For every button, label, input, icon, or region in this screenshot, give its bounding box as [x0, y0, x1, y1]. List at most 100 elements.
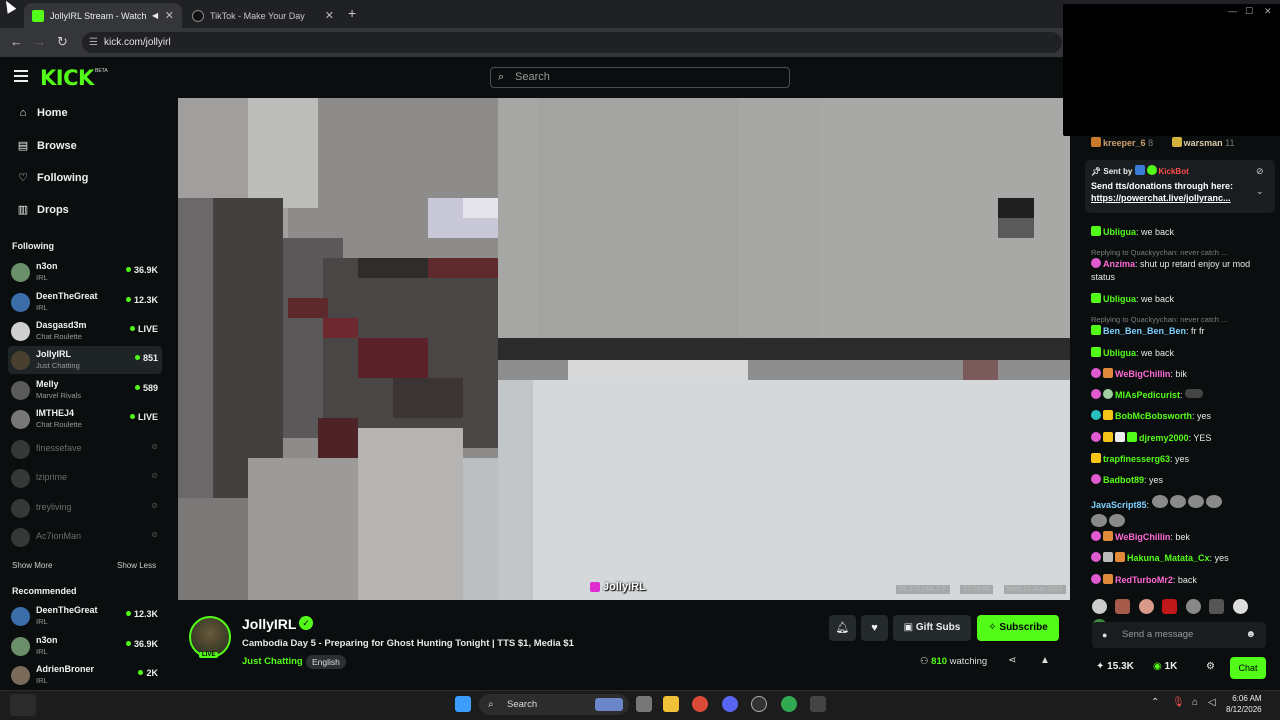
app-icon[interactable] [810, 696, 826, 712]
chat-message: Ubligua: we back [1091, 293, 1271, 306]
volume-icon[interactable]: ◁ [1208, 697, 1216, 708]
channel-item-imthej4[interactable]: IMTHEJ4 Chat Roulette LIVE [8, 405, 162, 433]
sub-badge-icon [1091, 293, 1101, 303]
stream-category[interactable]: Just Chatting [242, 656, 303, 667]
channel-item-ac7ionman[interactable]: Ac7ionMan ⊘ [8, 523, 162, 551]
unpin-icon[interactable]: ⊘ [1256, 166, 1264, 177]
follow-heart-button[interactable]: ♥ [861, 615, 888, 641]
sidebar-item-home[interactable]: ⌂ Home [16, 107, 68, 119]
language-tag[interactable]: English [306, 655, 346, 669]
sidebar-item-browse[interactable]: ▤ Browse [16, 139, 77, 153]
chat-message: BobMcBobsworth: yes [1091, 410, 1271, 423]
pinned-message[interactable]: 📌︎ Sent by KickBot Send tts/donations th… [1085, 160, 1275, 213]
channel-item-treyliving[interactable]: treyliving ⊘ [8, 494, 162, 522]
chat-send-button[interactable]: Chat [1230, 657, 1266, 679]
audio-icon[interactable]: ◀︎ [152, 11, 158, 20]
network-icon[interactable]: ⌂ [1192, 697, 1198, 708]
recommended-item-adrienbroner[interactable]: AdrienBroner IRL 2K [8, 661, 162, 689]
menu-icon[interactable] [14, 70, 28, 82]
minimize-icon[interactable]: — [1228, 6, 1237, 16]
channel-item-finessefave[interactable]: finessefave ⊘ [8, 435, 162, 463]
chat-message: trapfinesserg63: yes [1091, 453, 1271, 466]
overlay-time: 17:08:56 [960, 585, 994, 594]
site-info-icon[interactable]: ☰ [89, 32, 98, 53]
sidebar-item-drops[interactable]: ▥ Drops [16, 203, 69, 217]
gift-icon: ▣ [903, 622, 916, 633]
task-view-icon[interactable] [636, 696, 652, 712]
close-tab-icon[interactable]: ✕ [325, 9, 334, 22]
avatar [11, 607, 30, 626]
video-player[interactable] [178, 98, 1070, 600]
chrome-icon[interactable] [692, 696, 708, 712]
kick-logo[interactable]: KICK [40, 66, 94, 90]
windows-start-icon[interactable] [455, 696, 471, 712]
channel-item-dasgasd3m[interactable]: Dasgasd3m Chat Roulette LIVE [8, 317, 162, 345]
taskbar-clock[interactable]: 6:06 AM 8/12/2026 [1226, 693, 1262, 715]
emoji-icon[interactable]: ☻ [1245, 622, 1256, 648]
chat-message: JavaScript85: [1091, 495, 1271, 531]
sub-badge-icon [1091, 347, 1101, 357]
points-icon: ◉ [1153, 661, 1165, 672]
back-icon[interactable]: ← [10, 34, 23, 49]
channel-item-n3on[interactable]: n3on IRL 36.9K [8, 258, 162, 286]
recommended-item-n3on[interactable]: n3on IRL 36.9K [8, 632, 162, 660]
pinned-link[interactable]: https://powerchat.live/jollyranc... [1091, 193, 1269, 203]
emote-icon [1109, 514, 1125, 527]
sidebar-item-following[interactable]: ♡ Following [16, 171, 88, 185]
emote-icon [1091, 514, 1107, 527]
maximize-icon[interactable]: ☐ [1245, 6, 1253, 17]
new-tab-button[interactable]: + [348, 5, 356, 21]
quick-emote-row[interactable] [1092, 599, 1272, 634]
chrome-active-icon[interactable] [781, 696, 797, 712]
tab-tiktok[interactable]: TikTok - Make Your Day ✕ [184, 3, 342, 28]
show-more-button[interactable]: Show More [12, 561, 52, 570]
subscribe-button[interactable]: ✧ Subscribe [977, 615, 1059, 641]
discord-icon[interactable] [722, 696, 738, 712]
chat-message: MIAsPedicurist: [1091, 389, 1271, 402]
channel-name: n3on [36, 261, 58, 271]
taskbar-search[interactable]: ⌕ Search [479, 694, 629, 715]
tray-chevron-icon[interactable]: ⌃ [1151, 697, 1159, 708]
close-tab-icon[interactable]: ✕ [165, 9, 174, 22]
notification-bell-button[interactable]: 🔔︎ [829, 615, 856, 641]
channel-item-melly[interactable]: Melly Marvel Rivals 589 [8, 376, 162, 404]
picture-in-picture-window[interactable] [1063, 4, 1280, 136]
tab-tiktok-label: TikTok - Make Your Day [210, 10, 305, 21]
chat-settings-icon[interactable]: ● [1102, 622, 1107, 648]
file-explorer-icon[interactable] [663, 696, 679, 712]
channel-item-lziprime[interactable]: lziprime ⊘ [8, 464, 162, 492]
channel-item-deenthegreat[interactable]: DeenTheGreat IRL 12.3K [8, 288, 162, 316]
tab-kick[interactable]: JollyIRL Stream - Watch Live ◀︎ ✕ [24, 3, 182, 28]
channel-name: Melly [36, 379, 59, 389]
browse-icon: ▤ [17, 140, 29, 152]
widgets-icon[interactable] [10, 694, 36, 716]
channel-category: IRL [36, 676, 48, 685]
chat-message: Ben_Ben_Ben_Ben: fr fr [1091, 325, 1271, 338]
url-field[interactable]: ☰ kick.com/jollyirl [82, 32, 1062, 53]
gear-icon[interactable]: ⚙ [1206, 661, 1215, 672]
channel-category: Marvel Rivals [36, 391, 82, 400]
sub-badge-icon [1091, 432, 1101, 442]
recommended-item-deenthegreat[interactable]: DeenTheGreat IRL 12.3K [8, 602, 162, 630]
search-input[interactable]: ⌕ Search [490, 67, 790, 88]
chat-top-users: kreeper_6 8 warsman 11 [1091, 137, 1271, 150]
chat-message: Badbot89: yes [1091, 474, 1271, 487]
chevron-down-icon[interactable]: ⌄ [1256, 186, 1264, 197]
gift-subs-button[interactable]: ▣ Gift Subs [893, 615, 971, 641]
emote-icon [1185, 389, 1204, 398]
forward-icon[interactable]: → [33, 34, 46, 49]
reload-icon[interactable]: ↻ [57, 34, 68, 50]
chat-message-input[interactable]: ● Send a message ☻ [1092, 622, 1266, 648]
home-icon: ⌂ [19, 107, 27, 119]
avatar [11, 263, 30, 282]
show-less-button[interactable]: Show Less [117, 561, 156, 570]
share-icon[interactable]: ⋖ [1008, 655, 1016, 666]
channel-item-jollyirl[interactable]: JollyIRL Just Chatting 851 [8, 346, 162, 374]
close-icon[interactable]: ✕ [1264, 6, 1272, 17]
tab-kick-label: JollyIRL Stream - Watch Live [50, 10, 148, 21]
reply-context: Replying to Quackyychan: never catch ... [1091, 248, 1228, 257]
streamer-name[interactable]: JollyIRL [242, 616, 296, 632]
obs-icon[interactable] [751, 696, 767, 712]
microphone-icon[interactable]: 🎙︎ [1172, 697, 1185, 708]
report-icon[interactable]: ▲ [1040, 655, 1050, 666]
